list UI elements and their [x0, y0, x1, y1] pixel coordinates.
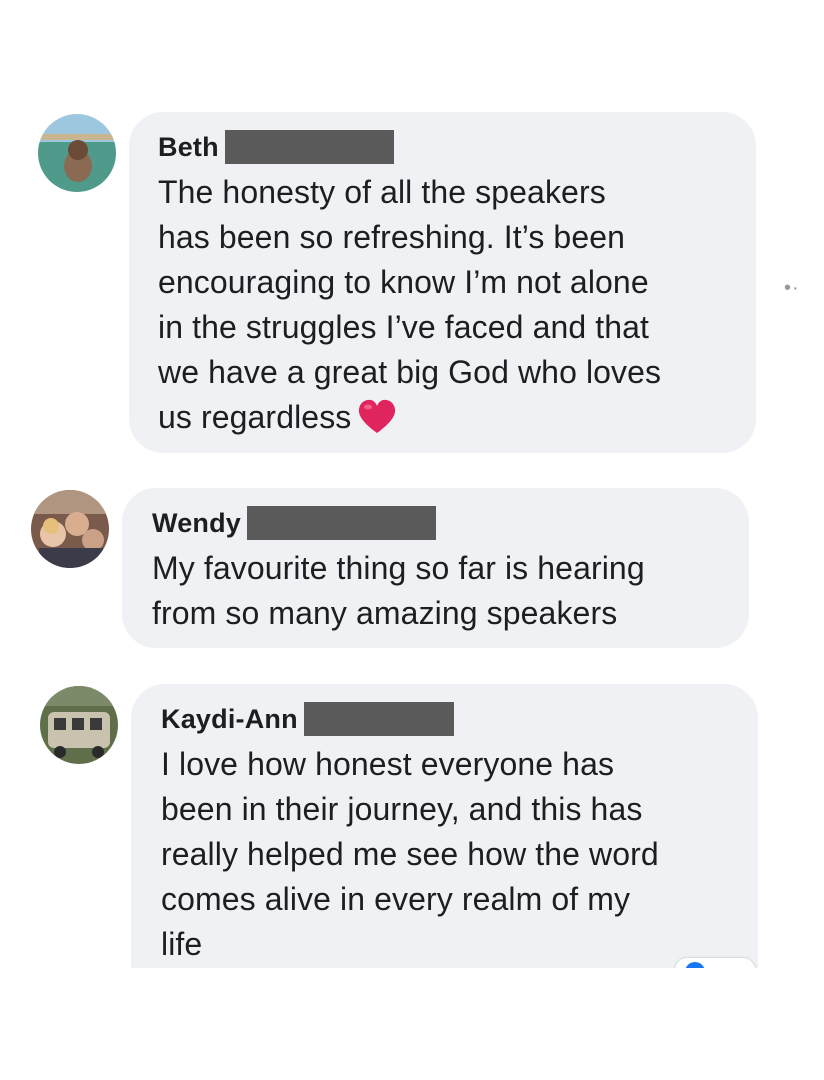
avatar-kaydi-ann[interactable]	[40, 686, 118, 764]
comment-bubble-kaydi-ann: Kaydi-Ann I love how honest everyone has…	[131, 684, 758, 1004]
comment-author[interactable]: Wendy	[152, 508, 241, 539]
redacted-surname	[224, 130, 394, 164]
avatar-beth[interactable]	[38, 114, 116, 192]
comment-line: we have a great big God who loves	[158, 354, 662, 390]
comment-line: life	[161, 926, 203, 962]
comment-author[interactable]: Kaydi-Ann	[161, 704, 298, 735]
comment-bubble-beth: Beth The honesty of all the speakers has…	[129, 112, 756, 453]
avatar-wendy-photo	[31, 490, 109, 568]
more-options-button[interactable]: •·	[784, 277, 800, 300]
comment-line-text: us regardless	[158, 399, 352, 435]
comment-line: encouraging to know I’m not alone	[158, 264, 649, 300]
crop-edge	[0, 968, 824, 1080]
comment-line: has been so refreshing. It’s been	[158, 219, 626, 255]
redacted-surname	[247, 506, 437, 540]
comment-line: really helped me see how the word	[161, 836, 659, 872]
comment-line: us regardless	[158, 395, 734, 440]
comment-text: I love how honest everyone has been in t…	[161, 742, 736, 967]
comment-line: I love how honest everyone has	[161, 746, 615, 782]
heart-emoji-icon	[357, 399, 397, 435]
comment-line: The honesty of all the speakers	[158, 174, 606, 210]
avatar-kaydi-ann-photo	[40, 686, 118, 764]
avatar-beth-photo	[38, 114, 116, 192]
comment-line: been in their journey, and this has	[161, 791, 643, 827]
comment-line: in the struggles I’ve faced and that	[158, 309, 650, 345]
comment-text: The honesty of all the speakers has been…	[158, 170, 734, 440]
comment-bubble-wendy: Wendy My favourite thing so far is heari…	[122, 488, 749, 648]
comment-author[interactable]: Beth	[158, 132, 219, 163]
comment-line: My favourite thing so far is hearing	[152, 550, 645, 586]
redacted-surname	[303, 702, 454, 736]
comment-text: My favourite thing so far is hearing fro…	[152, 546, 727, 636]
avatar-wendy[interactable]	[31, 490, 109, 568]
comment-line: comes alive in every realm of my	[161, 881, 631, 917]
comment-line: from so many amazing speakers	[152, 595, 618, 631]
